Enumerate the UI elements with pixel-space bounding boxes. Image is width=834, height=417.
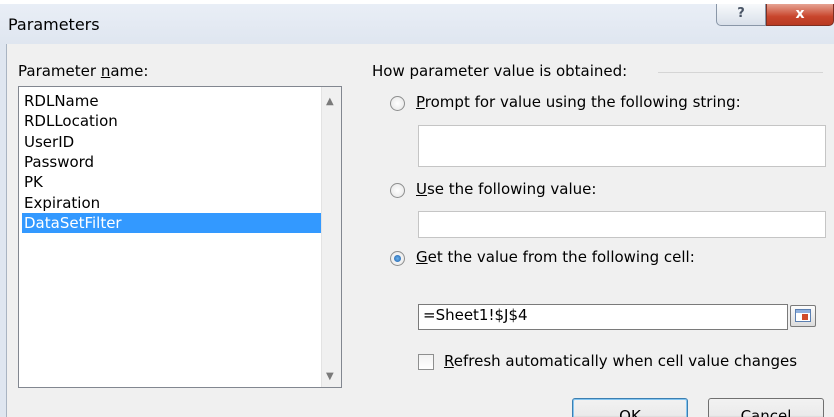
radio-selected-dot bbox=[394, 255, 401, 262]
cell-reference-icon bbox=[795, 309, 811, 322]
fixed-value-radio[interactable] bbox=[390, 183, 405, 198]
title-bar: Parameters ? x bbox=[0, 4, 834, 44]
cell-reference-input[interactable]: =Sheet1!$J$4 bbox=[418, 304, 788, 330]
ok-button[interactable]: OK bbox=[572, 398, 688, 417]
list-item[interactable]: UserID bbox=[22, 132, 322, 152]
fixed-value-input[interactable] bbox=[418, 211, 826, 238]
list-item[interactable]: RDLName bbox=[22, 91, 322, 111]
refresh-checkbox-label[interactable]: Refresh automatically when cell value ch… bbox=[444, 352, 797, 370]
list-item[interactable]: Password bbox=[22, 152, 322, 172]
help-button[interactable]: ? bbox=[716, 4, 766, 26]
close-icon: x bbox=[795, 6, 805, 22]
list-item[interactable]: DataSetFilter bbox=[22, 212, 322, 233]
parameters-dialog: Parameters ? x Parameter name: RDLName RD… bbox=[0, 0, 834, 417]
cell-option-label[interactable]: Get the value from the following cell: bbox=[416, 248, 695, 266]
parameter-list[interactable]: RDLName RDLLocation UserID Password PK Expira… bbox=[18, 86, 342, 388]
list-item[interactable]: RDLLocation bbox=[22, 111, 322, 131]
prompt-option-label[interactable]: Prompt for value using the following str… bbox=[416, 93, 741, 111]
help-icon: ? bbox=[737, 6, 745, 21]
close-button[interactable]: x bbox=[766, 4, 834, 26]
cancel-button[interactable]: Cancel bbox=[708, 398, 824, 417]
dialog-title: Parameters bbox=[8, 15, 100, 34]
group-divider bbox=[658, 72, 823, 73]
fixed-value-option-label[interactable]: Use the following value: bbox=[416, 180, 596, 198]
scroll-down-arrow-icon[interactable]: ▼ bbox=[326, 371, 334, 382]
parameter-name-label: Parameter name: bbox=[18, 62, 149, 80]
refresh-checkbox[interactable] bbox=[418, 354, 434, 370]
list-scrollbar[interactable]: ▲ ▼ bbox=[321, 87, 341, 387]
list-item[interactable]: PK bbox=[22, 172, 322, 192]
value-source-group-label: How parameter value is obtained: bbox=[372, 62, 628, 80]
prompt-radio[interactable] bbox=[390, 96, 405, 111]
list-item[interactable]: Expiration bbox=[22, 193, 322, 213]
cell-radio[interactable] bbox=[390, 251, 405, 266]
prompt-string-input[interactable] bbox=[418, 125, 826, 167]
scroll-up-arrow-icon[interactable]: ▲ bbox=[326, 96, 334, 107]
cell-reference-button[interactable] bbox=[790, 305, 816, 327]
window-left-border bbox=[0, 44, 7, 417]
